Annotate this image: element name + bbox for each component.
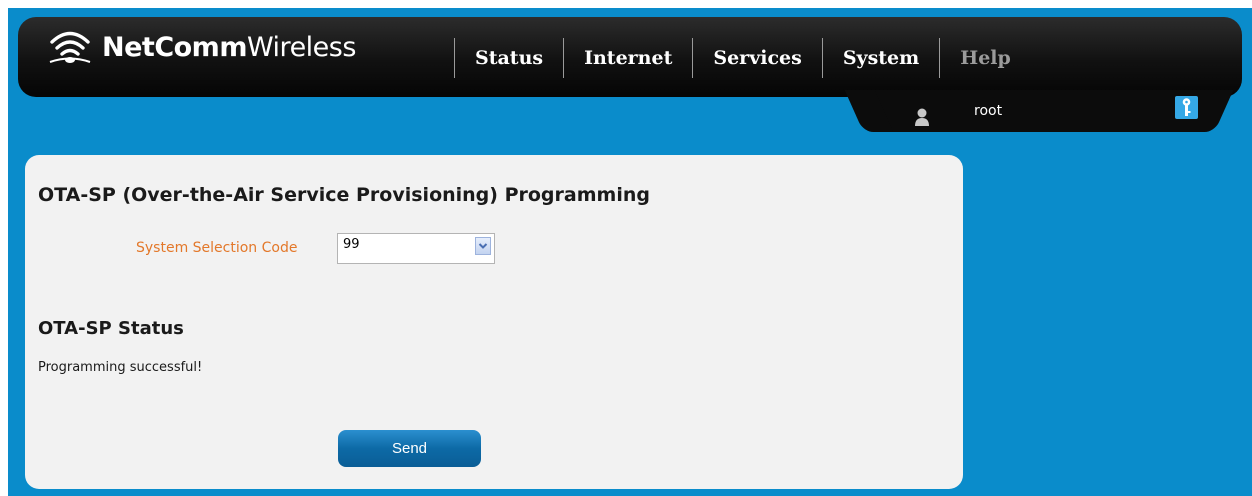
system-selection-code-label: System Selection Code xyxy=(136,240,298,256)
nav-item-system[interactable]: System xyxy=(843,47,919,69)
brand-name: NetCommWireless xyxy=(102,32,356,63)
nav-divider xyxy=(692,38,694,78)
select-value: 99 xyxy=(343,237,360,252)
key-icon xyxy=(1182,98,1191,116)
brand-name-light: Wireless xyxy=(246,31,356,63)
send-button[interactable]: Send xyxy=(338,430,481,467)
username: root xyxy=(974,103,1003,119)
nav-item-status[interactable]: Status xyxy=(475,47,543,69)
nav-divider xyxy=(821,38,823,78)
nav-divider xyxy=(939,38,941,78)
main-nav: Status Internet Services System Help xyxy=(434,36,1011,80)
user-icon xyxy=(915,108,929,126)
brand-name-bold: NetComm xyxy=(102,31,247,63)
nav-divider xyxy=(454,38,455,78)
system-selection-code-select[interactable]: 99 xyxy=(337,233,495,264)
nav-item-help[interactable]: Help xyxy=(960,47,1011,69)
wifi-logo-icon xyxy=(49,31,91,63)
nav-item-services[interactable]: Services xyxy=(713,47,801,69)
logout-button[interactable] xyxy=(1175,96,1198,119)
brand-logo[interactable]: NetCommWireless xyxy=(48,26,356,68)
page-title: OTA-SP (Over-the-Air Service Provisionin… xyxy=(38,184,650,206)
status-message: Programming successful! xyxy=(38,360,203,375)
nav-divider xyxy=(563,38,565,78)
nav-item-internet[interactable]: Internet xyxy=(584,47,672,69)
chevron-down-icon[interactable] xyxy=(475,237,491,255)
status-heading: OTA-SP Status xyxy=(38,318,184,339)
